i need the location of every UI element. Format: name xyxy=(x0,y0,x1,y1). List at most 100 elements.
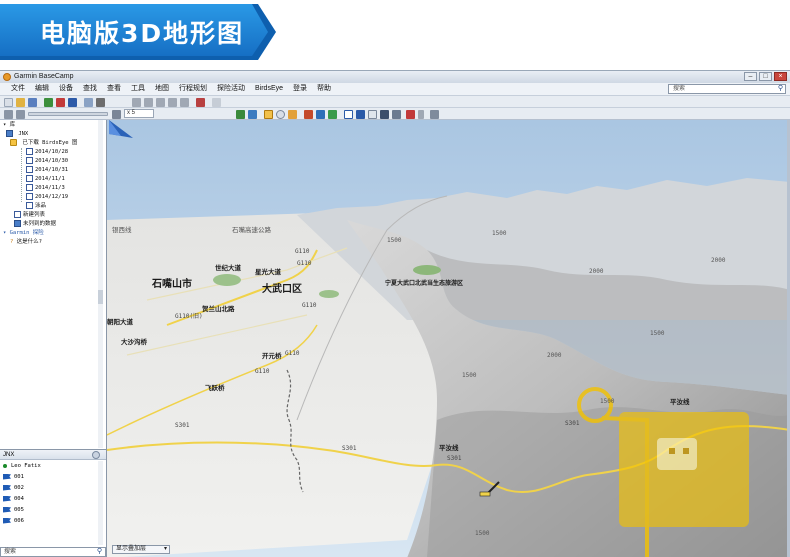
tree-what-is[interactable]: ? 这是什么? xyxy=(10,238,42,247)
banner: 电脑版3D地形图 xyxy=(0,0,790,66)
menu-find[interactable]: 查找 xyxy=(78,83,102,95)
tree-library[interactable]: ▾ 库 xyxy=(3,121,15,130)
2d-view-icon[interactable] xyxy=(344,110,353,119)
menu-birdseye[interactable]: BirdsEye xyxy=(250,83,288,95)
lower-search-input[interactable]: 搜索 ⚲ xyxy=(0,547,106,557)
save-icon[interactable] xyxy=(28,98,37,107)
list-item[interactable]: 001 xyxy=(3,472,24,483)
zoom-icon[interactable] xyxy=(276,110,285,119)
app-icon xyxy=(3,73,11,81)
tree-root[interactable]: JNX xyxy=(6,130,28,139)
tree-item[interactable]: 2014/12/19 xyxy=(26,193,68,202)
menu-adventures[interactable]: 探险活动 xyxy=(212,83,250,95)
list-item[interactable]: 004 xyxy=(3,494,24,505)
activity-dropdown-icon[interactable] xyxy=(418,110,424,119)
rewind-icon[interactable] xyxy=(112,110,121,119)
paste-icon[interactable] xyxy=(180,98,189,107)
play-icon[interactable] xyxy=(4,110,13,119)
tree-root-label: JNX xyxy=(18,131,29,137)
list-scrollbar[interactable] xyxy=(98,461,103,545)
tree-garmin-adventures[interactable]: ▾ Garmin 探险 xyxy=(3,229,44,238)
stop-icon[interactable] xyxy=(16,110,25,119)
compass-icon[interactable] xyxy=(392,110,401,119)
copy-icon[interactable] xyxy=(168,98,177,107)
list-item[interactable]: 002 xyxy=(3,483,24,494)
tree-scrollbar[interactable] xyxy=(98,120,103,448)
route-tool-icon[interactable] xyxy=(316,110,325,119)
activity-icon[interactable] xyxy=(406,110,415,119)
menu-help[interactable]: 帮助 xyxy=(312,83,336,95)
route-icon[interactable] xyxy=(56,98,65,107)
search-icon[interactable]: ⚲ xyxy=(778,85,783,93)
menu-tools[interactable]: 工具 xyxy=(126,83,150,95)
toolbar-secondary: x 5 xyxy=(0,108,790,120)
layout-icon[interactable] xyxy=(380,110,389,119)
menu-trip-planning[interactable]: 行程规划 xyxy=(174,83,212,95)
tree-scrollbar-thumb[interactable] xyxy=(98,290,103,304)
map-view[interactable]: 石嘴山市 大武口区 星光大道 世纪大道 朝阳大道 贺兰山北路 开元桥 大沙沟桥 … xyxy=(107,120,790,557)
waypoint-icon[interactable] xyxy=(44,98,53,107)
track-icon[interactable] xyxy=(68,98,77,107)
tree-item[interactable]: 2014/10/28 xyxy=(26,148,68,157)
playback-slider[interactable] xyxy=(28,112,108,116)
tree-unlisted-label: 未列到的数据 xyxy=(23,221,57,227)
list-item[interactable]: 006 xyxy=(3,516,24,527)
window-controls: – □ × xyxy=(744,72,787,81)
grid-view-icon[interactable] xyxy=(368,110,377,119)
road-code: S301 xyxy=(342,445,357,452)
expand-icon[interactable]: ▾ xyxy=(3,122,6,128)
hand-tool-icon[interactable] xyxy=(264,110,273,119)
gear-icon[interactable] xyxy=(92,451,100,459)
maximize-button[interactable]: □ xyxy=(759,72,772,81)
road-label: 朝阳大道 xyxy=(107,318,133,326)
list-icon xyxy=(14,211,21,218)
flag-tool-icon[interactable] xyxy=(304,110,313,119)
tree-item[interactable]: 2014/11/1 xyxy=(26,175,65,184)
expand-icon[interactable]: ▾ xyxy=(3,230,6,236)
tree-new-list[interactable]: 新建列表 xyxy=(14,211,45,220)
new-icon[interactable] xyxy=(4,98,13,107)
road-label: 银西线 xyxy=(112,226,132,234)
tree-folder[interactable]: 已下载 BirdsEye 图 xyxy=(10,139,77,148)
tree-unlisted[interactable]: 未列到的数据 xyxy=(14,220,56,229)
tree-item-label: 泳品 xyxy=(35,203,47,209)
close-button[interactable]: × xyxy=(774,72,787,81)
list-item-label: 001 xyxy=(14,474,24,480)
menu-file[interactable]: 文件 xyxy=(6,83,30,95)
print-icon[interactable] xyxy=(96,98,105,107)
tree-item[interactable]: 2014/10/31 xyxy=(26,166,68,175)
compass-arrow-icon[interactable] xyxy=(107,120,133,142)
redo-icon[interactable] xyxy=(144,98,153,107)
tree-connector xyxy=(21,148,22,202)
delete-icon[interactable] xyxy=(196,98,205,107)
cut-icon[interactable] xyxy=(156,98,165,107)
speed-select[interactable]: x 5 xyxy=(124,109,154,118)
open-folder-icon[interactable] xyxy=(16,98,25,107)
tree-item[interactable]: 2014/10/30 xyxy=(26,157,68,166)
pencil-icon[interactable] xyxy=(288,110,297,119)
properties-icon[interactable] xyxy=(212,98,221,107)
elevation-label: 2000 xyxy=(547,352,562,359)
3d-view-icon[interactable] xyxy=(356,110,365,119)
minimize-button[interactable]: – xyxy=(744,72,757,81)
receive-from-device-icon[interactable] xyxy=(248,110,257,119)
send-to-device-icon[interactable] xyxy=(236,110,245,119)
list-item[interactable]: 005 xyxy=(3,505,24,516)
menu-edit[interactable]: 编辑 xyxy=(30,83,54,95)
search-input[interactable]: 搜索 ⚲ xyxy=(668,84,786,94)
list-item[interactable]: Leo Fatix xyxy=(3,461,41,472)
search-icon[interactable]: ⚲ xyxy=(97,548,102,556)
measure-icon[interactable] xyxy=(84,98,93,107)
track-tool-icon[interactable] xyxy=(328,110,337,119)
menu-view[interactable]: 查看 xyxy=(102,83,126,95)
overlay-dropdown[interactable]: 显示叠加层 ▾ xyxy=(112,545,170,554)
menu-device[interactable]: 设备 xyxy=(54,83,78,95)
send-icon[interactable] xyxy=(430,110,439,119)
tree-item[interactable]: 泳品 xyxy=(26,202,46,211)
undo-icon[interactable] xyxy=(132,98,141,107)
scenic-area xyxy=(413,265,441,275)
elevation-label: 1500 xyxy=(475,530,490,537)
tree-item[interactable]: 2014/11/3 xyxy=(26,184,65,193)
menu-map[interactable]: 地图 xyxy=(150,83,174,95)
menu-login[interactable]: 登录 xyxy=(288,83,312,95)
